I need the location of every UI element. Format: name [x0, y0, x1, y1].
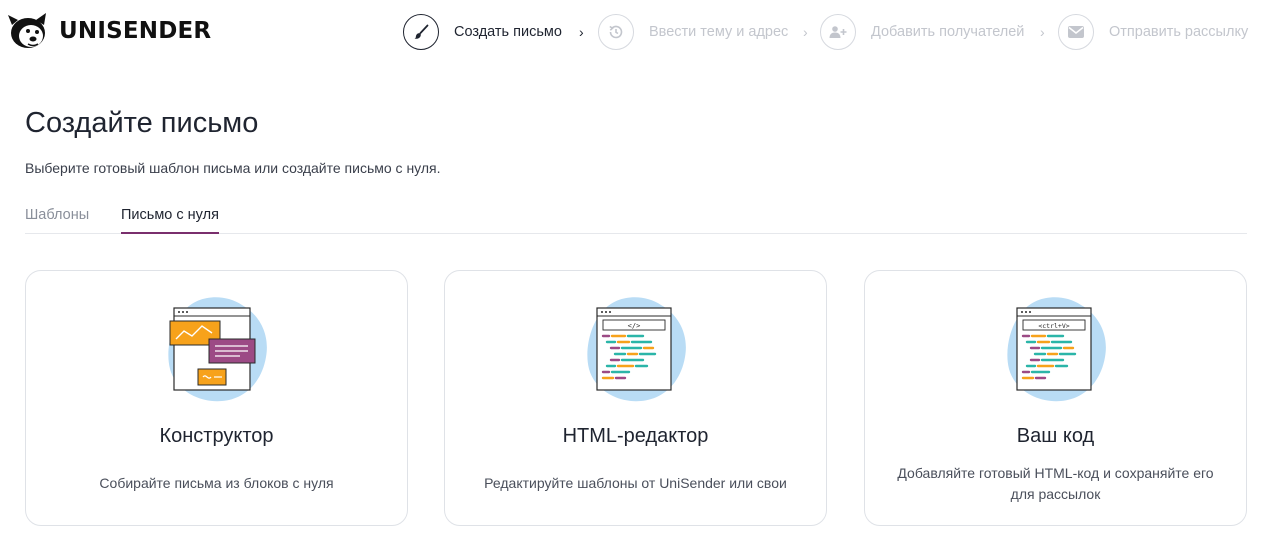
tab-from-scratch[interactable]: Письмо с нуля	[121, 207, 219, 234]
code-illustration-icon: <ctrl+V>	[1006, 297, 1106, 402]
brand-name: UNISENDER	[59, 18, 212, 44]
card-title: Конструктор	[159, 425, 274, 447]
add-users-icon	[829, 26, 847, 38]
step-add-recipients[interactable]: Добавить получателей	[820, 14, 1024, 50]
card-html-editor[interactable]: </> HTML-редактор Редактируйте шаблоны о…	[444, 270, 827, 526]
step-label: Отправить рассылку	[1109, 24, 1249, 40]
step-send-campaign[interactable]: Отправить рассылку	[1058, 14, 1248, 50]
chevron-right-icon: ›	[1040, 24, 1045, 40]
step-circle	[598, 14, 634, 50]
card-your-code[interactable]: <ctrl+V> Ваш код Добавляйте готовый HTML…	[864, 270, 1247, 526]
tab-templates[interactable]: Шаблоны	[25, 207, 89, 234]
card-title: Ваш код	[1016, 425, 1095, 447]
card-description: Собирайте письма из блоков с нуля	[99, 475, 334, 491]
step-circle	[820, 14, 856, 50]
top-header: UNISENDER Создать письмо › Ввести тему и…	[0, 0, 1268, 64]
brand-logo[interactable]: UNISENDER	[6, 11, 211, 51]
step-label: Ввести тему и адрес	[649, 24, 789, 40]
code-tag-label: <ctrl+V>	[1038, 322, 1069, 330]
step-label: Создать письмо	[454, 24, 562, 40]
chevron-right-icon: ›	[579, 24, 584, 40]
tab-bar: Шаблоны Письмо с нуля	[25, 207, 1247, 234]
step-circle	[1058, 14, 1094, 50]
history-icon	[609, 25, 623, 39]
chevron-right-icon: ›	[803, 24, 808, 40]
envelope-icon	[1068, 26, 1084, 38]
step-create-letter[interactable]: Создать письмо	[403, 14, 562, 50]
brush-icon	[414, 24, 429, 39]
code-tag-label: </>	[627, 322, 640, 330]
step-circle	[403, 14, 439, 50]
builder-illustration-icon	[167, 297, 267, 402]
card-constructor[interactable]: Конструктор Собирайте письма из блоков с…	[25, 270, 408, 526]
card-title: HTML-редактор	[562, 425, 709, 447]
dog-logo-icon	[8, 13, 46, 48]
step-subject-address[interactable]: Ввести тему и адрес	[598, 14, 788, 50]
card-description: Редактируйте шаблоны от UniSender или св…	[484, 475, 787, 491]
html-editor-illustration-icon: </>	[586, 297, 686, 402]
page-title: Создайте письмо	[25, 107, 259, 139]
card-description: Добавляйте готовый HTML-код и сохраняйте…	[897, 465, 1214, 502]
page-subtitle: Выберите готовый шаблон письма или созда…	[25, 160, 441, 176]
step-label: Добавить получателей	[871, 24, 1025, 40]
